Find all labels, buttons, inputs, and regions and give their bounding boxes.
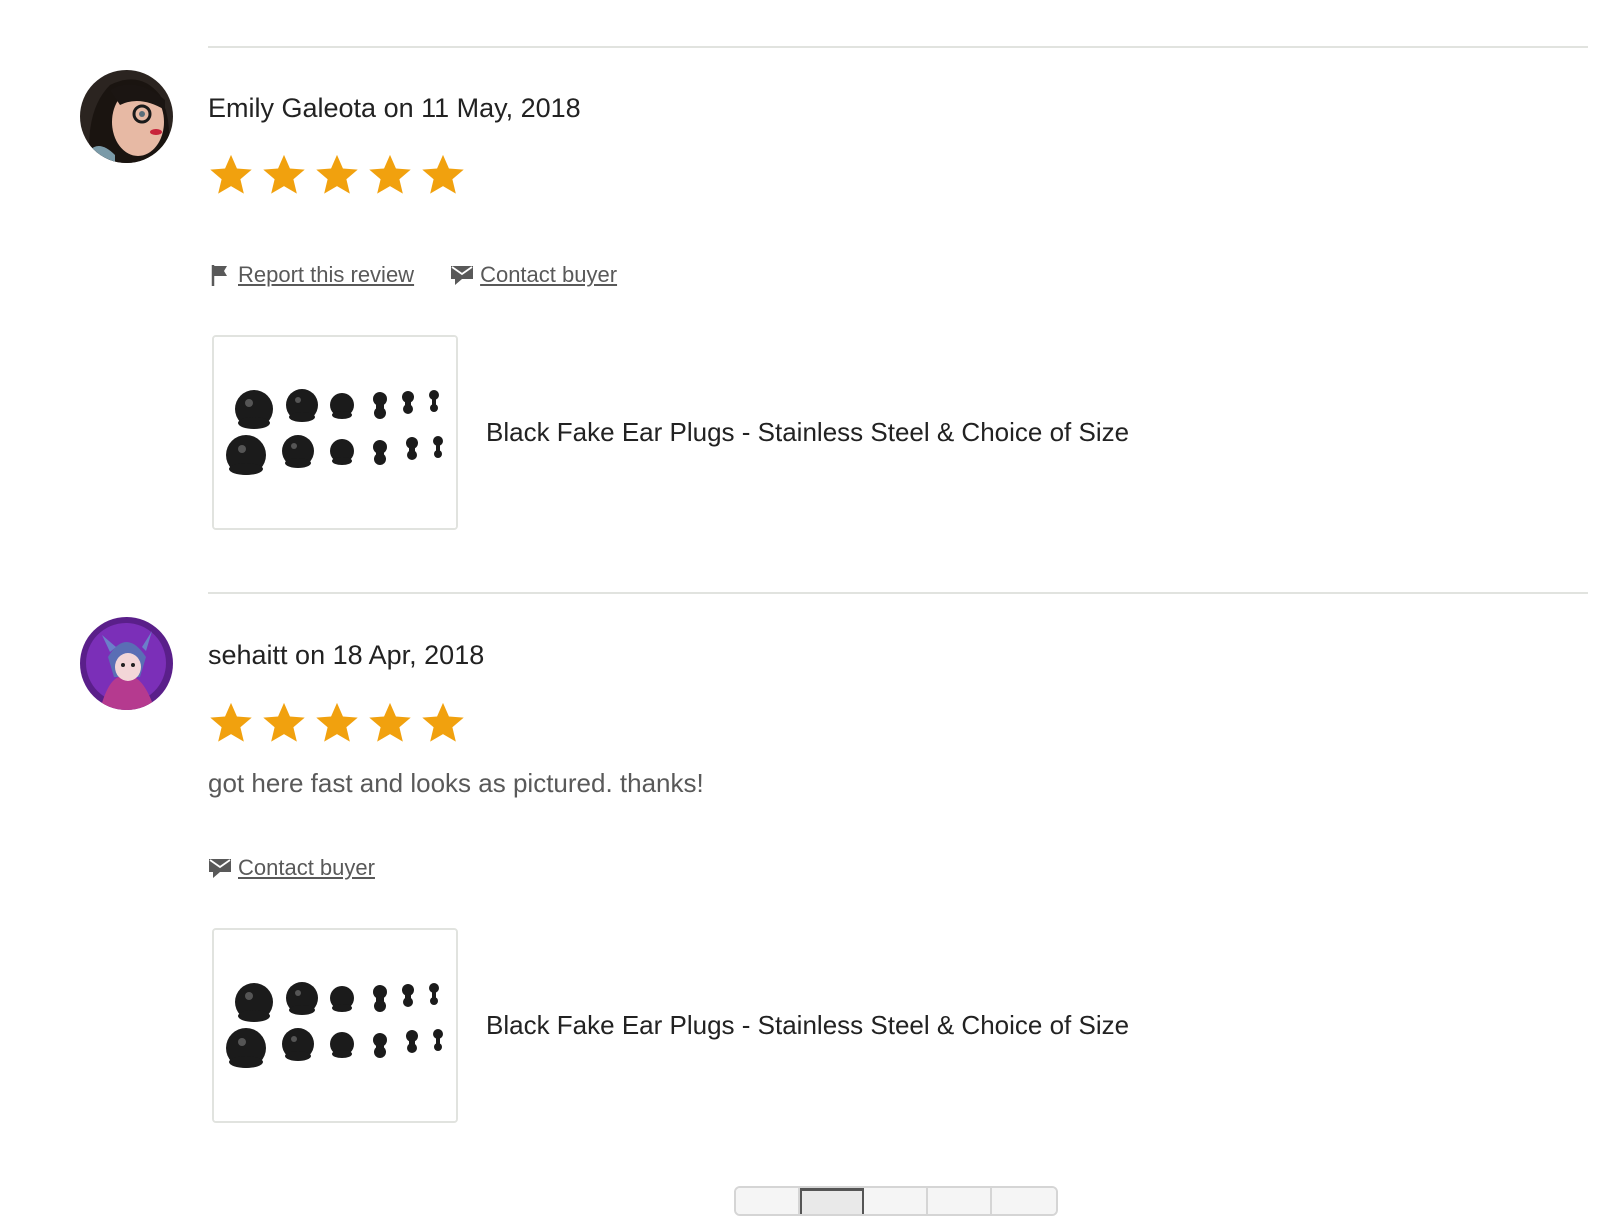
pagination-next-button[interactable] xyxy=(992,1188,1056,1214)
reviewer-avatar[interactable] xyxy=(80,617,173,710)
report-review-link[interactable]: Report this review xyxy=(208,262,414,288)
review-text: got here fast and looks as pictured. tha… xyxy=(208,768,704,798)
star-icon xyxy=(369,154,411,194)
review-divider xyxy=(208,592,1588,594)
contact-buyer-label[interactable]: Contact buyer xyxy=(238,855,375,881)
reviewed-listing[interactable]: Black Fake Ear Plugs - Stainless Steel &… xyxy=(212,335,1129,530)
avatar-image xyxy=(80,70,173,163)
star-icon xyxy=(422,702,464,742)
listing-title[interactable]: Black Fake Ear Plugs - Stainless Steel &… xyxy=(486,1010,1129,1041)
review-actions: Contact buyer xyxy=(208,855,375,881)
pagination-prev-button[interactable] xyxy=(736,1188,800,1214)
contact-buyer-link[interactable]: Contact buyer xyxy=(450,262,617,288)
product-image xyxy=(214,930,456,1121)
star-rating xyxy=(208,700,466,746)
star-icon xyxy=(369,702,411,742)
pagination-page-button[interactable] xyxy=(928,1188,992,1214)
review-divider xyxy=(208,46,1588,48)
message-icon xyxy=(451,266,474,285)
listing-title[interactable]: Black Fake Ear Plugs - Stainless Steel &… xyxy=(486,417,1129,448)
star-icon xyxy=(263,702,305,742)
report-review-label[interactable]: Report this review xyxy=(238,262,414,288)
pagination-page-current[interactable] xyxy=(800,1188,864,1214)
avatar-image xyxy=(80,617,173,710)
message-icon xyxy=(209,859,231,878)
star-icon xyxy=(316,154,358,194)
star-icon xyxy=(422,154,464,194)
contact-buyer-link[interactable]: Contact buyer xyxy=(208,855,375,881)
listing-thumbnail[interactable] xyxy=(212,335,458,530)
product-image xyxy=(214,337,456,528)
star-icon xyxy=(316,702,358,742)
contact-buyer-label[interactable]: Contact buyer xyxy=(480,262,617,288)
star-icon xyxy=(210,154,252,194)
listing-thumbnail[interactable] xyxy=(212,928,458,1123)
pagination xyxy=(734,1186,1058,1216)
star-rating xyxy=(208,152,466,198)
flag-icon xyxy=(211,265,227,286)
review-author-date: Emily Galeota on 11 May, 2018 xyxy=(208,93,581,123)
reviewed-listing[interactable]: Black Fake Ear Plugs - Stainless Steel &… xyxy=(212,928,1129,1123)
review-actions: Report this review Contact buyer xyxy=(208,262,617,288)
star-icon xyxy=(263,154,305,194)
star-icon xyxy=(210,702,252,742)
pagination-page-button[interactable] xyxy=(864,1188,928,1214)
review-author-date: sehaitt on 18 Apr, 2018 xyxy=(208,640,485,670)
reviewer-avatar[interactable] xyxy=(80,70,173,163)
